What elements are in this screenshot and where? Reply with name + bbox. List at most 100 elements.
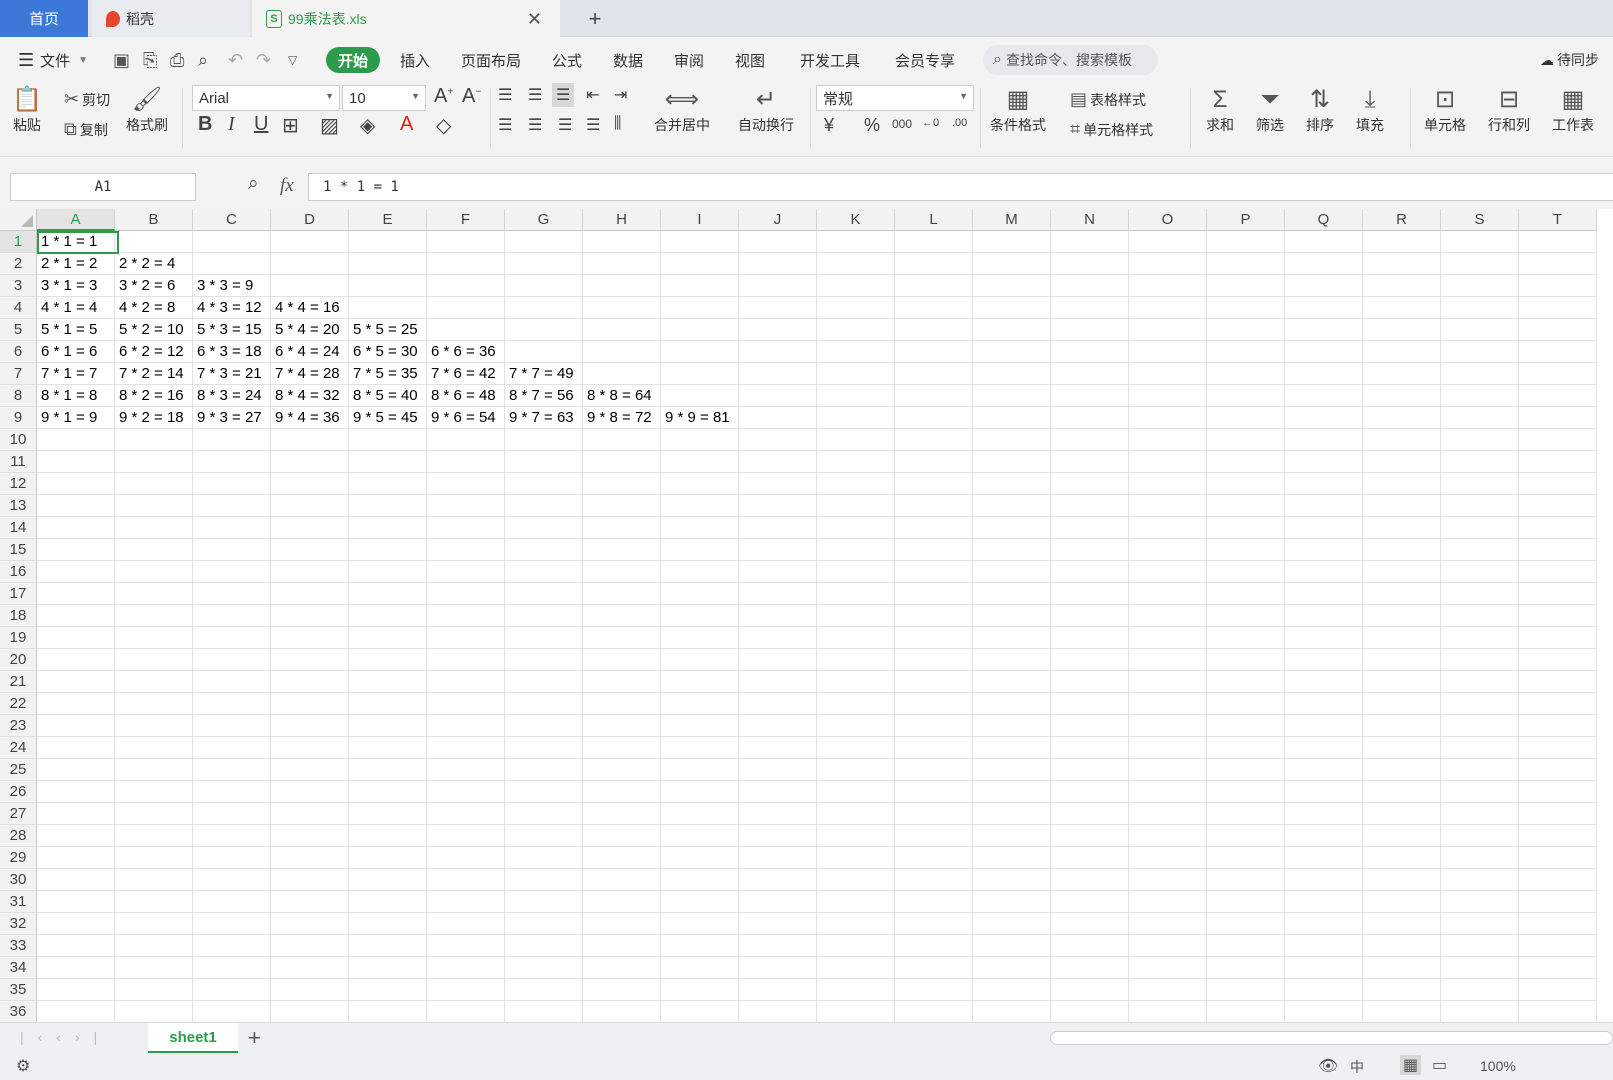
- grid-cell[interactable]: [895, 781, 973, 803]
- grid-cell[interactable]: [271, 275, 349, 297]
- grid-cell[interactable]: [193, 561, 271, 583]
- grid-cell[interactable]: [427, 451, 505, 473]
- grid-cell[interactable]: [817, 737, 895, 759]
- grid-cell[interactable]: [1519, 671, 1597, 693]
- grid-cell[interactable]: [973, 517, 1051, 539]
- grid-cell[interactable]: [349, 561, 427, 583]
- grid-cell[interactable]: [973, 649, 1051, 671]
- menu-tab-formula[interactable]: 公式: [552, 47, 582, 73]
- grid-cell[interactable]: [817, 319, 895, 341]
- decrease-decimal-icon[interactable]: ←0: [922, 117, 939, 129]
- grid-cell[interactable]: 8 * 7 = 56: [505, 385, 583, 407]
- bold-icon[interactable]: B: [198, 113, 212, 136]
- grid-cell[interactable]: [271, 715, 349, 737]
- grid-cell[interactable]: [1207, 297, 1285, 319]
- column-header[interactable]: I: [661, 209, 739, 231]
- grid-cell[interactable]: [895, 1001, 973, 1022]
- grid-cell[interactable]: [349, 935, 427, 957]
- file-menu-button[interactable]: ☰ 文件 ▼: [18, 47, 88, 73]
- row-header[interactable]: 36: [0, 1001, 37, 1022]
- grid-cell[interactable]: [1051, 979, 1129, 1001]
- grid-cell[interactable]: [37, 627, 115, 649]
- grid-cell[interactable]: [1129, 253, 1207, 275]
- grid-cell[interactable]: [895, 385, 973, 407]
- row-header[interactable]: 19: [0, 627, 37, 649]
- grid-cell[interactable]: [895, 825, 973, 847]
- grid-cell[interactable]: [1441, 957, 1519, 979]
- grid-cell[interactable]: [1051, 583, 1129, 605]
- grid-cell[interactable]: [271, 869, 349, 891]
- grid-cell[interactable]: [427, 825, 505, 847]
- grid-cell[interactable]: [427, 517, 505, 539]
- grid-cell[interactable]: [37, 693, 115, 715]
- grid-cell[interactable]: [1051, 297, 1129, 319]
- close-tab-icon[interactable]: ✕: [527, 9, 542, 30]
- grid-cell[interactable]: [115, 1001, 193, 1022]
- grid-cell[interactable]: [37, 781, 115, 803]
- grid-cell[interactable]: 7 * 1 = 7: [37, 363, 115, 385]
- grid-cell[interactable]: [817, 1001, 895, 1022]
- grid-cell[interactable]: [1363, 473, 1441, 495]
- grid-cell[interactable]: [505, 847, 583, 869]
- grid-cell[interactable]: [1285, 913, 1363, 935]
- grid-cell[interactable]: [1441, 649, 1519, 671]
- grid-cell[interactable]: [1441, 737, 1519, 759]
- grid-cell[interactable]: [817, 429, 895, 451]
- grid-cell[interactable]: [1285, 275, 1363, 297]
- grid-cell[interactable]: [661, 363, 739, 385]
- grid-cell[interactable]: [1441, 297, 1519, 319]
- zoom-formula-icon[interactable]: ⌕: [248, 173, 259, 195]
- grid-cell[interactable]: [661, 385, 739, 407]
- grid-cell[interactable]: [1129, 517, 1207, 539]
- grid-cell[interactable]: [1363, 385, 1441, 407]
- align-right-icon[interactable]: ☰: [558, 115, 572, 135]
- grid-cell[interactable]: [739, 869, 817, 891]
- horizontal-scrollbar[interactable]: [1050, 1031, 1613, 1045]
- cells-button[interactable]: ⊡ 单元格: [1424, 85, 1466, 135]
- grid-cell[interactable]: [973, 1001, 1051, 1022]
- grid-cell[interactable]: [427, 693, 505, 715]
- grid-cell[interactable]: [973, 275, 1051, 297]
- grid-cell[interactable]: [661, 583, 739, 605]
- grid-cell[interactable]: [661, 781, 739, 803]
- grid-cell[interactable]: [661, 495, 739, 517]
- grid-cell[interactable]: [1519, 451, 1597, 473]
- grid-cell[interactable]: [661, 715, 739, 737]
- grid-cell[interactable]: [115, 957, 193, 979]
- grid-cell[interactable]: [1363, 341, 1441, 363]
- grid-cell[interactable]: [349, 737, 427, 759]
- grid-cell[interactable]: [193, 781, 271, 803]
- grid-cell[interactable]: [973, 693, 1051, 715]
- grid-cell[interactable]: [1441, 979, 1519, 1001]
- menu-tab-data[interactable]: 数据: [613, 47, 643, 73]
- grid-cell[interactable]: [1129, 649, 1207, 671]
- grid-cell[interactable]: [349, 495, 427, 517]
- grid-cell[interactable]: [1363, 451, 1441, 473]
- grid-cell[interactable]: [739, 275, 817, 297]
- grid-cell[interactable]: [661, 1001, 739, 1022]
- grid-cell[interactable]: [817, 605, 895, 627]
- grid-cell[interactable]: [973, 297, 1051, 319]
- grid-cell[interactable]: [661, 341, 739, 363]
- grid-cell[interactable]: [1363, 759, 1441, 781]
- new-tab-button[interactable]: +: [580, 0, 610, 37]
- grid-cell[interactable]: [271, 847, 349, 869]
- grid-cell[interactable]: [1129, 737, 1207, 759]
- grid-cell[interactable]: [427, 605, 505, 627]
- grid-cell[interactable]: [895, 649, 973, 671]
- grid-cell[interactable]: [37, 539, 115, 561]
- grid-cell[interactable]: [115, 561, 193, 583]
- grid-cell[interactable]: [1519, 605, 1597, 627]
- grid-cell[interactable]: [505, 1001, 583, 1022]
- grid-cell[interactable]: [583, 825, 661, 847]
- grid-cell[interactable]: [583, 1001, 661, 1022]
- grid-cell[interactable]: [1207, 1001, 1285, 1022]
- grid-cell[interactable]: [895, 495, 973, 517]
- grid-cell[interactable]: [1129, 429, 1207, 451]
- grid-cell[interactable]: [739, 935, 817, 957]
- row-header[interactable]: 29: [0, 847, 37, 869]
- row-header[interactable]: 14: [0, 517, 37, 539]
- grid-cell[interactable]: [1519, 913, 1597, 935]
- grid-cell[interactable]: [1207, 869, 1285, 891]
- grid-cell[interactable]: [505, 451, 583, 473]
